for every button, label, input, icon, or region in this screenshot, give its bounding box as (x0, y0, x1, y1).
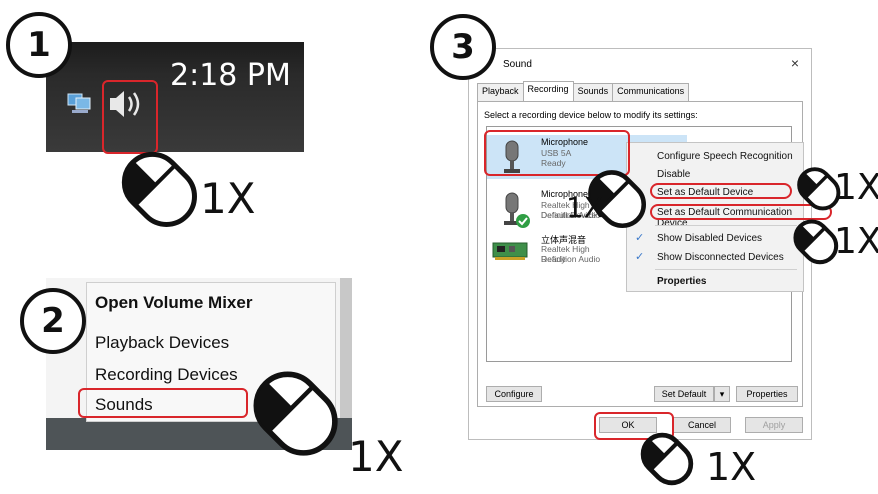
tab-playback[interactable]: Playback (477, 83, 524, 102)
tab-recording[interactable]: Recording (522, 81, 574, 102)
click-count-label: 1X (566, 191, 603, 224)
device-stereo-mix[interactable]: 立体声混音 Realtek High Definition Audio Read… (487, 231, 627, 275)
tab-bar: Playback Recording Sounds Communications (477, 81, 690, 102)
check-icon: ✓ (635, 251, 645, 263)
menu-item-show-disabled[interactable]: Show Disabled Devices (657, 233, 762, 244)
menu-separator (655, 225, 797, 226)
menu-item-properties[interactable]: Properties (657, 276, 706, 287)
click-count-label: 1X (200, 174, 256, 223)
menu-separator (655, 269, 797, 270)
menu-item-show-disconnected[interactable]: Show Disconnected Devices (657, 252, 784, 263)
menu-item-playback-devices[interactable]: Playback Devices (95, 333, 229, 353)
step-3-badge: 3 (430, 14, 496, 80)
set-default-device-highlight (650, 183, 792, 199)
mouse-click-icon (640, 432, 694, 486)
device-status: Ready (541, 254, 566, 264)
tab-sounds[interactable]: Sounds (572, 83, 614, 102)
click-count-label: 1X (834, 221, 878, 262)
mouse-click-icon (253, 371, 338, 456)
clock-text: 2:18 PM (170, 58, 291, 93)
step-2-badge: 2 (20, 288, 86, 354)
menu-item-configure-speech[interactable]: Configure Speech Recognition (657, 151, 793, 162)
configure-button[interactable]: Configure (486, 386, 542, 402)
set-default-button[interactable]: Set Default (654, 386, 714, 402)
menu-item-disable[interactable]: Disable (657, 169, 690, 180)
click-count-label: 1X (834, 167, 878, 208)
properties-button[interactable]: Properties (736, 386, 798, 402)
apply-button[interactable]: Apply (745, 417, 803, 433)
set-default-dropdown-icon[interactable]: ▾ (714, 386, 730, 402)
menu-item-recording-devices[interactable]: Recording Devices (95, 365, 238, 385)
sound-card-icon (492, 242, 528, 260)
dialog-title: Sound (503, 59, 532, 70)
instruction-text: Select a recording device below to modif… (484, 110, 698, 120)
click-count-label: 1X (348, 432, 404, 481)
microphone-icon (504, 192, 530, 228)
step-1-badge: 1 (6, 12, 72, 78)
sounds-highlight-box (78, 388, 248, 418)
network-icon[interactable] (66, 88, 94, 116)
menu-item-open-volume-mixer[interactable]: Open Volume Mixer (95, 293, 252, 313)
mouse-click-icon (121, 151, 197, 227)
click-count-label: 1X (706, 445, 757, 489)
close-icon[interactable]: × (791, 55, 799, 71)
tab-communications[interactable]: Communications (612, 83, 690, 102)
